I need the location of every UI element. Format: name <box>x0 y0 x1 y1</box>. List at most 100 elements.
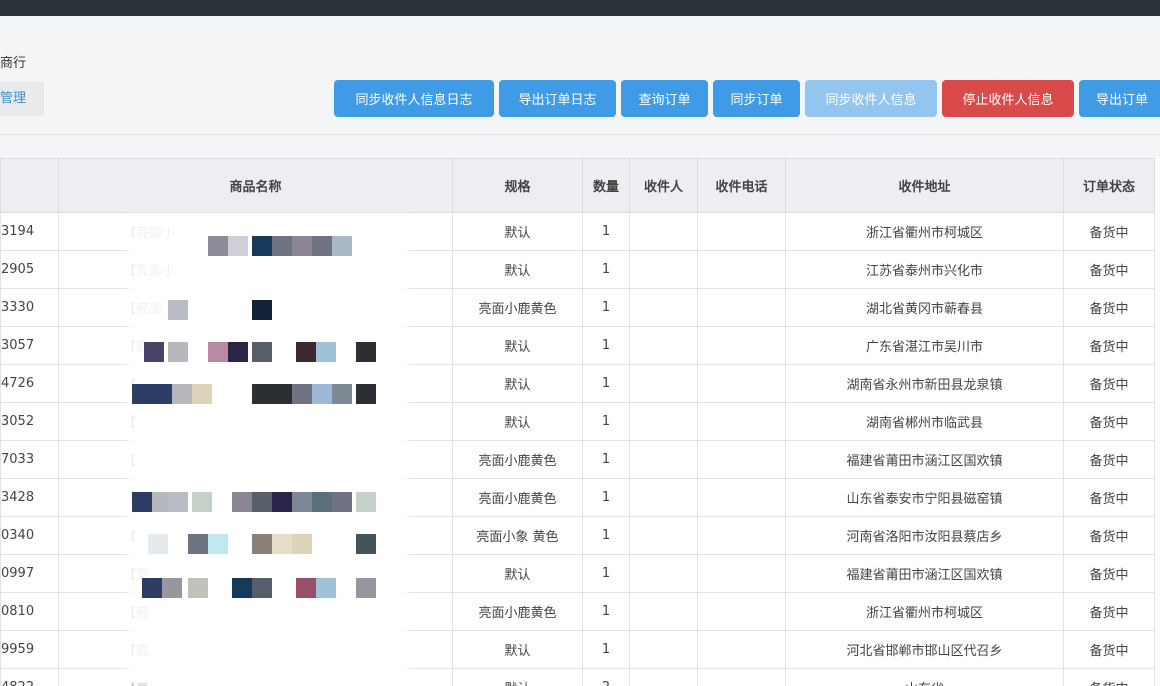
cell-order-status: 备货中 <box>1063 668 1155 686</box>
cell-recipient <box>629 326 698 365</box>
cell-recipient <box>629 668 698 686</box>
cell-recipient <box>629 478 698 517</box>
table-row[interactable]: 0810 【亮 亮面小鹿黄色 1 浙江省衢州市柯城区 备货中 <box>0 592 1155 631</box>
export-orders-button[interactable]: 导出订单 <box>1079 80 1160 117</box>
cell-address: 山东省泰安市宁阳县磁窑镇 <box>785 478 1064 517</box>
cell-product-name: 【 <box>58 402 453 441</box>
cell-spec: 默认 <box>452 630 583 669</box>
cell-address: 湖南省永州市新田县龙泉镇 <box>785 364 1064 403</box>
cell-recipient <box>629 554 698 593</box>
col-header-recipient[interactable]: 收件人 <box>629 158 698 213</box>
cell-address: 福建省莆田市涵江区国欢镇 <box>785 554 1064 593</box>
cell-quantity: 1 <box>582 630 630 669</box>
divider <box>0 134 1160 135</box>
table-row[interactable]: 3057 【亮 默认 1 广东省湛江市吴川市 备货中 <box>0 326 1155 365</box>
cell-recipient <box>629 592 698 631</box>
col-header-qty[interactable]: 数量 <box>582 158 630 213</box>
col-header-id[interactable] <box>0 158 59 213</box>
cell-quantity: 1 <box>582 554 630 593</box>
cell-row-id: 0340 <box>0 516 59 555</box>
cell-spec: 亮面小象 黄色 <box>452 516 583 555</box>
cell-recipient <box>629 288 698 327</box>
cell-quantity: 1 <box>582 364 630 403</box>
cell-quantity: 2 <box>582 668 630 686</box>
table-row[interactable]: 3194 【亮面小 默认 1 浙江省衢州市柯城区 备货中 <box>0 212 1155 251</box>
cell-recipient-phone <box>697 364 786 403</box>
sync-orders-button[interactable]: 同步订单 <box>713 80 800 117</box>
cell-order-status: 备货中 <box>1063 478 1155 517</box>
cell-recipient-phone <box>697 516 786 555</box>
cell-recipient-phone <box>697 478 786 517</box>
export-order-log-button[interactable]: 导出订单日志 <box>499 80 616 117</box>
cell-product-name: 【 <box>58 440 453 479</box>
cell-recipient-phone <box>697 554 786 593</box>
query-orders-button[interactable]: 查询订单 <box>621 80 708 117</box>
table-row[interactable]: 0340 【亮面小象 黄色 1 河南省洛阳市汝阳县蔡店乡 备货中 <box>0 516 1155 555</box>
cell-product-name: 【亮 <box>58 326 453 365</box>
cell-address: 江苏省泰州市兴化市 <box>785 250 1064 289</box>
table-row[interactable]: 7033 【亮面小鹿黄色 1 福建省莆田市涵江区国欢镇 备货中 <box>0 440 1155 479</box>
cell-address: 广东省湛江市吴川市 <box>785 326 1064 365</box>
cell-row-id: 3194 <box>0 212 59 251</box>
col-header-product[interactable]: 商品名称 <box>58 158 453 213</box>
stop-recipient-info-button[interactable]: 停止收件人信息 <box>942 80 1074 117</box>
cell-product-name: 【 <box>58 516 453 555</box>
cell-quantity: 1 <box>582 592 630 631</box>
cell-order-status: 备货中 <box>1063 402 1155 441</box>
table-row[interactable]: 9959 【亮 默认 1 河北省邯郸市邯山区代召乡 备货中 <box>0 630 1155 669</box>
col-header-spec[interactable]: 规格 <box>452 158 583 213</box>
cell-spec: 亮面小鹿黄色 <box>452 478 583 517</box>
col-header-phone[interactable]: 收件电话 <box>697 158 786 213</box>
col-header-status[interactable]: 订单状态 <box>1063 158 1155 213</box>
cell-row-id: 3330 <box>0 288 59 327</box>
cell-address: 湖北省黄冈市蕲春县 <box>785 288 1064 327</box>
sync-recipient-log-button[interactable]: 同步收件人信息日志 <box>334 80 494 117</box>
cell-order-status: 备货中 <box>1063 630 1155 669</box>
cell-recipient <box>629 440 698 479</box>
cell-row-id: 3052 <box>0 402 59 441</box>
cell-row-id: 9959 <box>0 630 59 669</box>
cell-row-id: 2905 <box>0 250 59 289</box>
cell-order-status: 备货中 <box>1063 326 1155 365</box>
cell-recipient-phone <box>697 326 786 365</box>
table-row[interactable]: 2905 【亮面小 默认 1 江苏省泰州市兴化市 备货中 <box>0 250 1155 289</box>
cell-recipient-phone <box>697 592 786 631</box>
cell-spec: 默认 <box>452 250 583 289</box>
table-row[interactable]: 3052 【默认 1 湖南省郴州市临武县 备货中 <box>0 402 1155 441</box>
cell-address: 福建省莆田市涵江区国欢镇 <box>785 440 1064 479</box>
cell-spec: 亮面小鹿黄色 <box>452 288 583 327</box>
table-row[interactable]: 4822【亮默认2 山东省备货中 <box>0 668 1155 686</box>
cell-address: 湖南省郴州市临武县 <box>785 402 1064 441</box>
cell-product-name: 【亮面 <box>58 288 453 327</box>
cell-row-id: 7033 <box>0 440 59 479</box>
cell-order-status: 备货中 <box>1063 440 1155 479</box>
cell-recipient-phone <box>697 250 786 289</box>
cell-order-status: 备货中 <box>1063 592 1155 631</box>
cell-product-name: 【亮 <box>58 592 453 631</box>
cell-spec: 亮面小鹿黄色 <box>452 592 583 631</box>
col-header-address[interactable]: 收件地址 <box>785 158 1064 213</box>
cell-recipient <box>629 250 698 289</box>
cell-order-status: 备货中 <box>1063 288 1155 327</box>
cell-recipient <box>629 402 698 441</box>
table-row[interactable]: 0997 【亮 默认 1 福建省莆田市涵江区国欢镇 备货中 <box>0 554 1155 593</box>
table-row[interactable]: 3428 【亮面小鹿黄色 1 山东省泰安市宁阳县磁窑镇 备货中 <box>0 478 1155 517</box>
cell-recipient-phone <box>697 402 786 441</box>
cell-product-name: 【亮 <box>58 630 453 669</box>
cell-row-id: 3428 <box>0 478 59 517</box>
cell-recipient-phone <box>697 630 786 669</box>
cell-order-status: 备货中 <box>1063 516 1155 555</box>
cell-quantity: 1 <box>582 402 630 441</box>
table-row[interactable]: 4726 【默认 1 湖南省永州市新田县龙泉镇 备货中 <box>0 364 1155 403</box>
cell-spec: 默认 <box>452 402 583 441</box>
top-bar <box>0 0 1160 16</box>
cell-quantity: 1 <box>582 440 630 479</box>
cell-address: 浙江省衢州市柯城区 <box>785 212 1064 251</box>
table-row[interactable]: 3330 【亮面 亮面小鹿黄色 1 湖北省黄冈市蕲春县 备货中 <box>0 288 1155 327</box>
cell-order-status: 备货中 <box>1063 212 1155 251</box>
sync-recipient-info-button[interactable]: 同步收件人信息 <box>805 80 937 117</box>
cell-recipient <box>629 516 698 555</box>
cell-address: 河南省洛阳市汝阳县蔡店乡 <box>785 516 1064 555</box>
cell-product-name: 【 <box>58 478 453 517</box>
cell-quantity: 1 <box>582 212 630 251</box>
